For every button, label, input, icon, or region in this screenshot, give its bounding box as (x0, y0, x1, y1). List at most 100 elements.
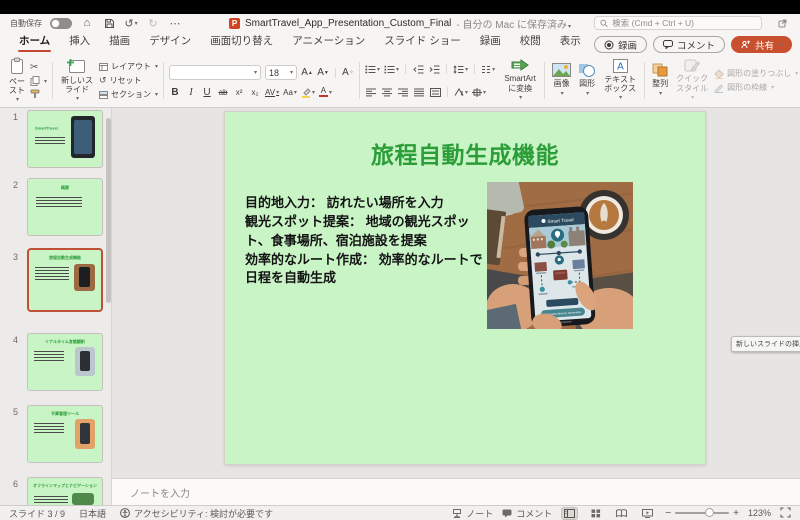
slide-thumbnail-4[interactable]: リアルタイム言語翻訳 (27, 333, 103, 391)
italic-button[interactable]: I (185, 86, 197, 99)
save-status[interactable]: - 自分の Mac に保存済み (456, 16, 571, 31)
copy-button[interactable] (30, 76, 47, 86)
comments-button[interactable]: コメント (653, 36, 725, 53)
home-button[interactable] (80, 17, 94, 30)
arrange-icon (652, 63, 668, 77)
search-field[interactable] (594, 16, 762, 30)
bullets-button[interactable] (365, 63, 380, 76)
insert-textbox-button[interactable]: A テキスト ボックス (601, 58, 639, 103)
increase-indent-button[interactable] (428, 63, 440, 76)
cut-button[interactable] (30, 62, 47, 73)
zoom-level-button[interactable]: 123% (748, 508, 771, 518)
slide-thumbnail-5[interactable]: 予算管理ツール (27, 405, 103, 463)
font-color-button[interactable]: A (319, 86, 332, 99)
comment-icon (663, 40, 673, 49)
paste-button[interactable]: ペースト (7, 56, 27, 105)
columns-button[interactable] (481, 63, 495, 76)
character-spacing-button[interactable]: AV (265, 86, 279, 99)
shapes-icon (578, 63, 596, 77)
comments-toggle-button[interactable]: コメント (502, 507, 552, 520)
change-case-button[interactable]: Aa (283, 86, 297, 99)
tab-review[interactable]: 校閲 (519, 30, 542, 54)
notes-pane[interactable]: ノートを入力 (112, 478, 800, 505)
notes-toggle-button[interactable]: ノート (452, 507, 493, 520)
record-button[interactable]: 録画 (594, 36, 647, 53)
clear-formatting-button[interactable]: A✧ (342, 66, 354, 79)
align-text-button[interactable] (472, 86, 486, 99)
zoom-out-button[interactable] (665, 508, 671, 519)
zoom-slider-knob[interactable] (705, 508, 714, 517)
expand-icon (780, 507, 791, 518)
tab-animations[interactable]: アニメーション (291, 30, 366, 54)
tab-insert[interactable]: 挿入 (68, 30, 91, 54)
tab-draw[interactable]: 描画 (108, 30, 131, 54)
zoom-slider[interactable] (675, 512, 729, 514)
titlebar-shortcut-button[interactable] (776, 17, 790, 30)
slide-thumbnail-3-selected[interactable]: 旅程自動生成機能 (27, 248, 103, 312)
insert-picture-button[interactable]: 画像 (550, 62, 573, 98)
text-direction-button[interactable] (454, 86, 468, 99)
tab-record[interactable]: 録画 (479, 30, 502, 54)
new-slide-button[interactable]: 新しいスライド (58, 57, 96, 104)
line-spacing-button[interactable] (453, 63, 468, 76)
align-left-button[interactable] (365, 86, 377, 99)
zoom-in-button[interactable] (733, 508, 739, 519)
section-button[interactable]: セクション (99, 89, 158, 100)
autosave-toggle[interactable] (50, 18, 72, 29)
slide-thumbnail-2[interactable]: 概要 (27, 178, 103, 236)
arrange-button[interactable]: 整列 (650, 62, 670, 98)
font-size-combo[interactable]: 18 (265, 65, 297, 80)
shrink-font-button[interactable]: A▼ (317, 66, 329, 79)
tab-transitions[interactable]: 画面切り替え (209, 30, 274, 54)
grow-font-button[interactable]: A▲ (301, 66, 313, 79)
save-button[interactable] (102, 17, 116, 30)
slide-canvas[interactable]: 旅程自動生成機能 目的地入力： 訪れたい場所を入力 観光スポット提案： 地域の観… (225, 112, 705, 464)
search-input[interactable] (612, 18, 756, 28)
quick-styles-button[interactable]: クイック スタイル (673, 58, 711, 102)
view-slideshow-button[interactable] (639, 507, 656, 520)
tab-design[interactable]: デザイン (148, 30, 192, 54)
redo-button[interactable] (146, 17, 160, 30)
reset-button[interactable]: リセット (99, 75, 158, 86)
thumbnail-scrollbar[interactable] (106, 118, 111, 303)
fit-slide-button[interactable] (780, 507, 791, 520)
distribute-text-button[interactable] (429, 86, 441, 99)
highlight-color-button[interactable] (301, 86, 315, 99)
superscript-button[interactable]: x² (233, 86, 245, 99)
subscript-button[interactable]: x₂ (249, 86, 261, 99)
thumb-text-lines (35, 137, 65, 144)
tab-home[interactable]: ホーム (18, 30, 51, 54)
share-button[interactable]: 共有 (731, 36, 792, 53)
numbering-button[interactable] (384, 63, 399, 76)
view-reading-button[interactable] (613, 507, 630, 520)
tab-slideshow[interactable]: スライド ショー (383, 30, 461, 54)
align-center-button[interactable] (381, 86, 393, 99)
new-slide-tooltip: 新しいスライドの挿入 (731, 336, 800, 352)
thumb-text-lines (34, 351, 64, 361)
slide-title[interactable]: 旅程自動生成機能 (225, 136, 705, 170)
slide-thumbnail-6[interactable]: オフラインマップとナビゲーション (27, 477, 103, 505)
language-button[interactable]: 日本語 (79, 507, 106, 520)
view-normal-button[interactable] (561, 507, 578, 520)
format-painter-button[interactable] (30, 89, 47, 99)
shape-fill-button[interactable]: 図形の塗りつぶし (714, 68, 798, 79)
shape-outline-button[interactable]: 図形の枠線 (714, 82, 798, 93)
slide-body-textbox[interactable]: 目的地入力： 訪れたい場所を入力 観光スポット提案： 地域の観光スポット、食事場… (245, 194, 485, 288)
slide-image-phone-travel-app[interactable]: Smart Travel (487, 182, 633, 329)
layout-button[interactable]: レイアウト (99, 61, 158, 72)
slide-thumbnail-1[interactable]: SmartTravel (27, 110, 103, 168)
font-name-combo[interactable] (169, 65, 261, 80)
insert-shapes-button[interactable]: 図形 (576, 62, 598, 98)
accessibility-button[interactable]: アクセシビリティ: 検討が必要です (120, 507, 273, 520)
view-sorter-button[interactable] (587, 507, 604, 520)
decrease-indent-button[interactable] (412, 63, 424, 76)
tab-view[interactable]: 表示 (559, 30, 582, 54)
bold-button[interactable]: B (169, 86, 181, 99)
underline-button[interactable]: U (201, 86, 213, 99)
convert-smartart-button[interactable]: SmartArt に変換 (498, 57, 542, 104)
more-commands-button[interactable] (168, 17, 182, 30)
strikethrough-button[interactable]: ab (217, 86, 229, 99)
justify-button[interactable] (413, 86, 425, 99)
align-right-button[interactable] (397, 86, 409, 99)
undo-button[interactable] (124, 17, 138, 30)
